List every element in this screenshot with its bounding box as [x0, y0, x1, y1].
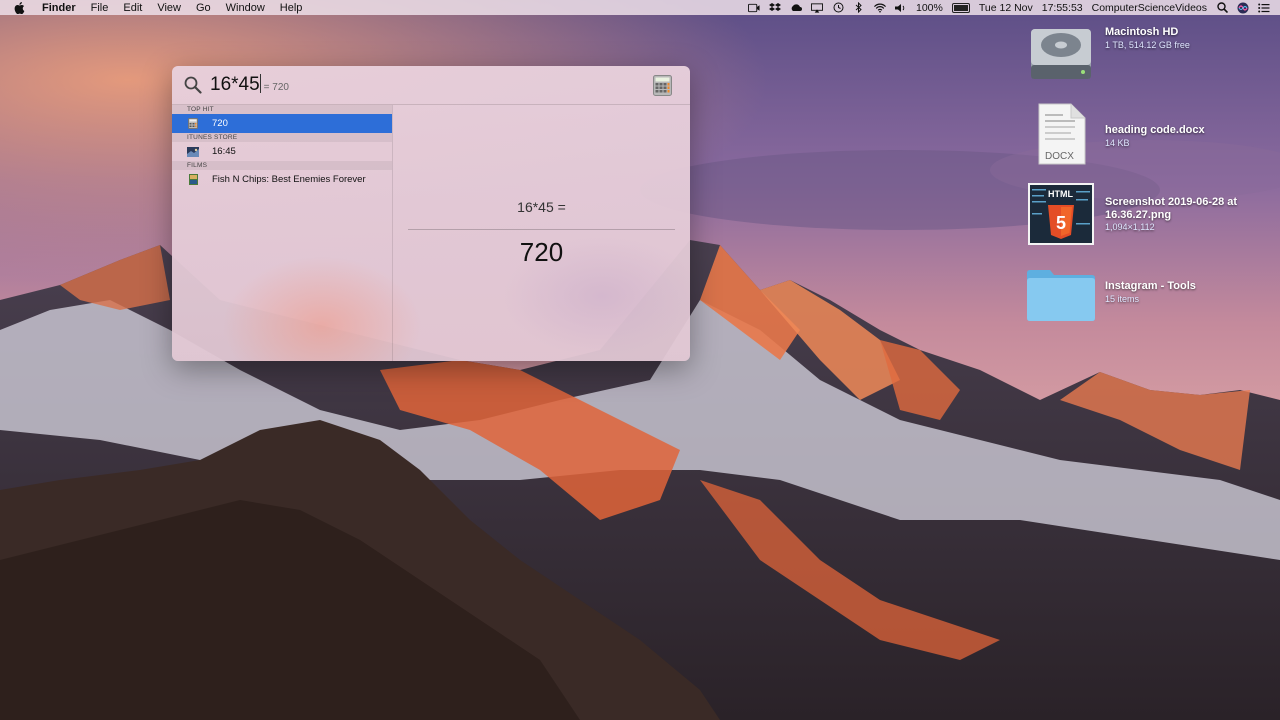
desktop-item-info: 1 TB, 514.12 GB free	[1105, 40, 1190, 50]
desktop-item-name: Screenshot 2019-06-28 at 16.36.27.png	[1105, 196, 1238, 221]
spotlight-search-bar: 16*45 = 720	[172, 66, 690, 104]
film-icon	[187, 174, 199, 185]
preview-divider	[408, 229, 675, 230]
menu-go[interactable]: Go	[196, 2, 211, 14]
desktop-item-info: 1,094×1,112	[1105, 222, 1155, 232]
itunes-store-icon	[187, 146, 199, 157]
menu-window[interactable]: Window	[226, 2, 265, 14]
section-header-itunes-store: ITUNES STORE	[172, 133, 392, 142]
svg-text:5: 5	[1056, 213, 1066, 233]
volume-icon[interactable]	[895, 3, 907, 13]
desktop-item-name: Instagram - Tools	[1105, 280, 1196, 292]
airplay-icon[interactable]	[811, 2, 823, 13]
menu-date[interactable]: Tue 12 Nov	[979, 2, 1033, 14]
desktop-item-name: Macintosh HD	[1105, 26, 1179, 38]
menu-edit[interactable]: Edit	[123, 2, 142, 14]
spotlight-search-input[interactable]: 16*45 = 720	[210, 74, 289, 96]
preview-expression: 16*45 =	[517, 199, 566, 215]
wifi-icon[interactable]	[874, 3, 886, 13]
section-header-top-hit: TOP HIT	[172, 105, 392, 114]
desktop-item-screenshot-png[interactable]: 5 HTML Screenshot 2019-06-28 at 16.36.27…	[1026, 182, 1276, 248]
menu-app-finder[interactable]: Finder	[42, 2, 76, 14]
preview-result: 720	[519, 237, 564, 267]
menu-bar: Finder File Edit View Go Window Help 100…	[0, 0, 1280, 15]
spotlight-window: 16*45 = 720 TOP HIT 720 ITUNES STORE 16:…	[172, 66, 690, 361]
screen-recorder-icon[interactable]	[748, 3, 760, 13]
menu-help[interactable]: Help	[280, 2, 303, 14]
search-icon	[184, 76, 202, 94]
desktop-item-info: 14 KB	[1105, 138, 1130, 148]
battery-percentage: 100%	[916, 1, 943, 14]
hard-drive-icon	[1026, 22, 1096, 86]
status-area: 100% Tue 12 Nov 17:55:53 ComputerScience…	[748, 0, 1270, 15]
dropbox-icon[interactable]	[769, 2, 781, 13]
apple-menu-icon[interactable]	[14, 1, 28, 14]
upload-cloud-icon[interactable]	[790, 3, 802, 13]
menu-time[interactable]: 17:55:53	[1042, 2, 1083, 14]
result-label: 16:45	[212, 146, 236, 157]
menu-view[interactable]: View	[157, 2, 181, 14]
battery-icon[interactable]	[951, 2, 970, 13]
results-list: TOP HIT 720 ITUNES STORE 16:45 FILMS Fis…	[172, 105, 392, 361]
result-row-top-hit[interactable]: 720	[172, 114, 392, 133]
desktop-item-macintosh-hd[interactable]: Macintosh HD 1 TB, 514.12 GB free	[1026, 22, 1276, 88]
calculator-icon	[187, 118, 199, 129]
desktop-item-name: heading code.docx	[1105, 124, 1205, 136]
text-caret	[259, 74, 261, 93]
menu-file[interactable]: File	[91, 2, 109, 14]
calculator-icon	[653, 75, 672, 96]
docx-badge: DOCX	[1045, 151, 1074, 162]
bluetooth-icon[interactable]	[853, 2, 865, 13]
result-row-film[interactable]: Fish N Chips: Best Enemies Forever	[172, 170, 392, 189]
time-machine-icon[interactable]	[832, 2, 844, 13]
result-row-itunes[interactable]: 16:45	[172, 142, 392, 161]
desktop-item-info: 15 items	[1105, 294, 1140, 304]
query-completion-hint: = 720	[263, 82, 289, 93]
desktop-item-instagram-tools[interactable]: Instagram - Tools 15 items	[1026, 262, 1276, 328]
siri-icon[interactable]	[1237, 2, 1249, 13]
desktop-item-heading-code-docx[interactable]: DOCX heading code.docx 14 KB	[1026, 102, 1276, 168]
result-label: 720	[212, 118, 228, 129]
query-text: 16*45	[210, 74, 260, 95]
folder-icon	[1026, 262, 1096, 326]
notification-center-icon[interactable]	[1258, 3, 1270, 13]
calculator-preview-pane: 16*45 = 720	[393, 105, 690, 361]
result-label: Fish N Chips: Best Enemies Forever	[212, 174, 366, 185]
spotlight-search-icon[interactable]	[1216, 2, 1228, 13]
thumbnail-html-label: HTML	[1048, 189, 1073, 199]
section-header-films: FILMS	[172, 161, 392, 170]
menu-user-name[interactable]: ComputerScienceVideos	[1092, 2, 1207, 14]
